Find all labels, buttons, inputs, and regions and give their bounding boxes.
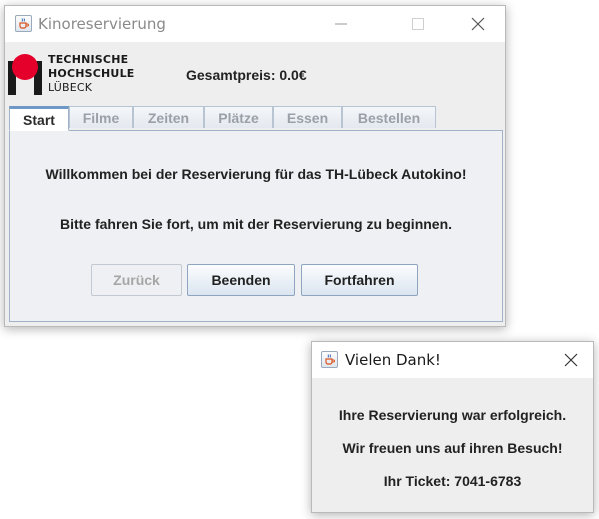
- tab-zeiten[interactable]: Zeiten: [133, 106, 204, 128]
- tab-essen[interactable]: Essen: [273, 106, 342, 128]
- maximize-button[interactable]: [395, 6, 441, 42]
- total-price-label: Gesamtpreis: 0.0€: [186, 67, 307, 83]
- close-button[interactable]: [455, 6, 501, 42]
- java-coffee-icon: [15, 15, 32, 32]
- dialog-success-text: Ihre Reservierung war erfolgreich.: [338, 407, 567, 423]
- main-window: Kinoreservierung TECHNISCHE HOCHSCHULE L…: [4, 5, 506, 327]
- quit-button[interactable]: Beenden: [187, 264, 295, 296]
- logo-text-line1: TECHNISCHE: [48, 53, 129, 66]
- close-icon: [564, 353, 578, 367]
- continue-button[interactable]: Fortfahren: [301, 264, 418, 296]
- back-button[interactable]: Zurück: [91, 264, 182, 296]
- maximize-icon: [412, 18, 424, 30]
- logo-mark-icon: [8, 54, 42, 95]
- th-luebeck-logo: TECHNISCHE HOCHSCHULE LÜBECK: [8, 51, 136, 101]
- main-window-titlebar[interactable]: Kinoreservierung: [5, 6, 505, 42]
- minimize-icon: [335, 23, 347, 25]
- logo-text-line3: LÜBECK: [48, 81, 93, 94]
- java-coffee-icon: [321, 351, 338, 368]
- close-icon: [471, 17, 485, 31]
- thank-you-dialog: Vielen Dank! Ihre Reservierung war erfol…: [311, 341, 594, 513]
- dialog-ticket-text: Ihr Ticket: 7041-6783: [383, 473, 522, 489]
- dialog-title: Vielen Dank!: [345, 351, 441, 369]
- tab-start[interactable]: Start: [9, 106, 69, 131]
- dialog-close-button[interactable]: [548, 342, 594, 378]
- dialog-visit-text: Wir freuen uns auf ihren Besuch!: [342, 440, 563, 456]
- instruction-text: Bitte fahren Sie fort, um mit der Reserv…: [59, 216, 453, 232]
- welcome-text: Willkommen bei der Reservierung für das …: [45, 166, 467, 182]
- logo-text-line2: HOCHSCHULE: [48, 67, 135, 80]
- tab-bestellen[interactable]: Bestellen: [342, 106, 436, 128]
- main-window-title: Kinoreservierung: [38, 15, 166, 33]
- minimize-button[interactable]: [318, 6, 364, 42]
- dialog-titlebar[interactable]: Vielen Dank!: [312, 342, 593, 378]
- tab-filme[interactable]: Filme: [69, 106, 133, 128]
- tab-plaetze[interactable]: Plätze: [204, 106, 273, 128]
- start-panel: Willkommen bei der Reservierung für das …: [9, 130, 503, 322]
